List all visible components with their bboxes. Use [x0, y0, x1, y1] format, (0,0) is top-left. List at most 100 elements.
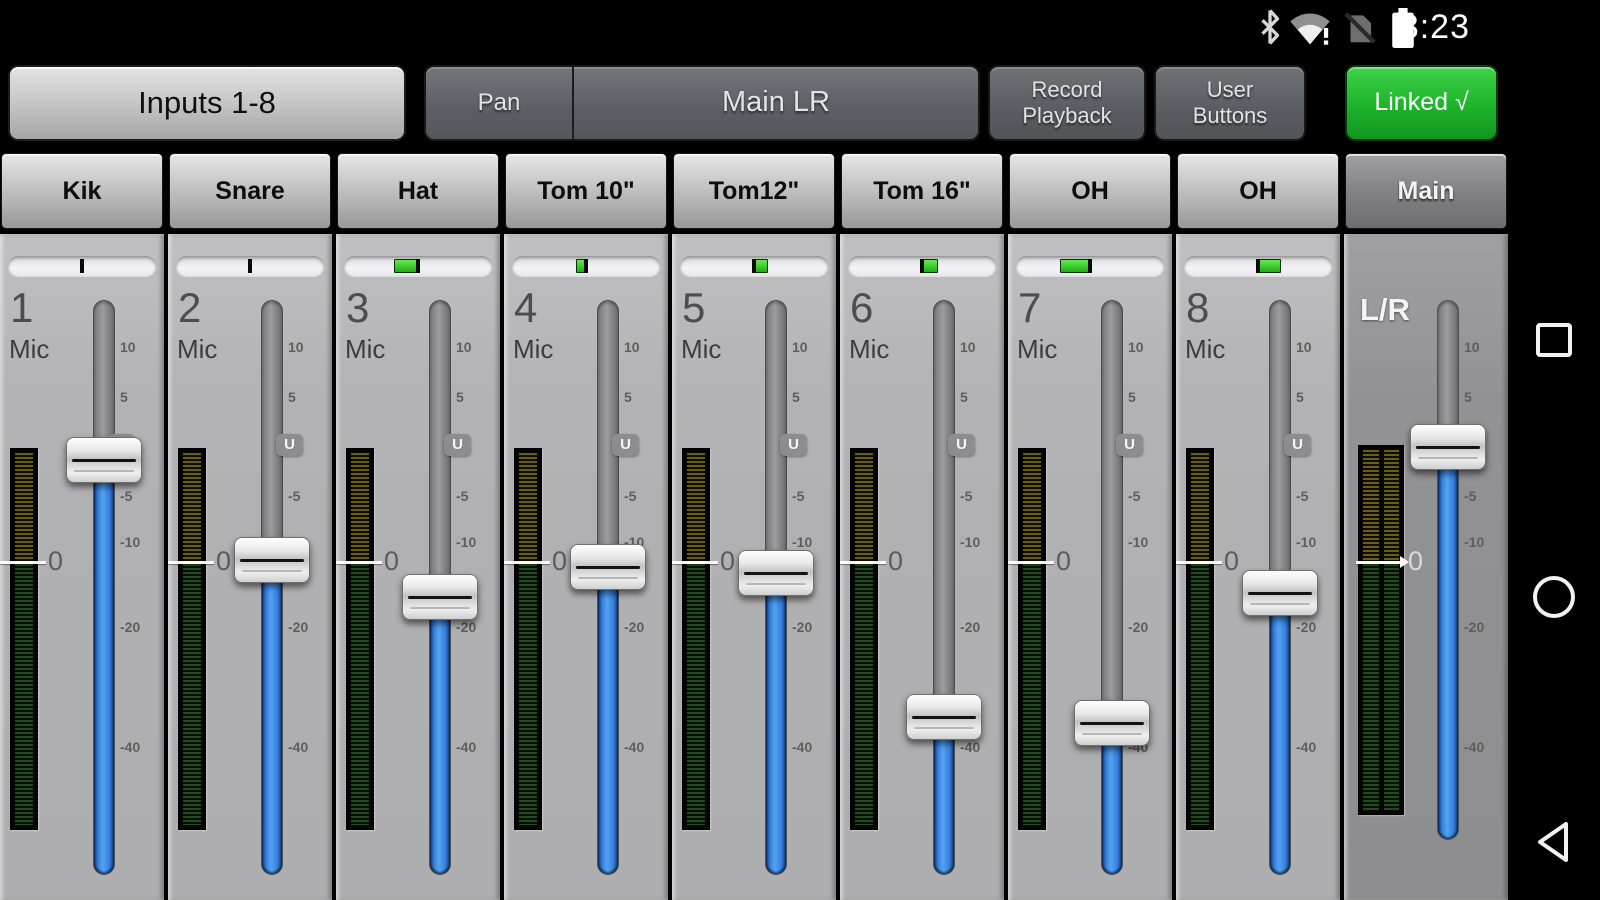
level-meter [1018, 448, 1046, 830]
fader-track[interactable] [933, 300, 955, 875]
fader-track[interactable] [261, 300, 283, 875]
pan-fill [1258, 259, 1281, 273]
pan-slider[interactable] [344, 256, 492, 276]
pan-slider[interactable] [1016, 256, 1164, 276]
fader-scale-label: -10 [960, 534, 980, 550]
fader-scale-label: -40 [288, 739, 308, 755]
fader-handle[interactable] [738, 550, 814, 596]
record-playback-label-line2: Playback [990, 103, 1144, 129]
fader-scale-label: 5 [456, 389, 464, 405]
meter-zero-line [504, 561, 550, 564]
inputs-selector-button[interactable]: Inputs 1-8 [8, 65, 406, 141]
channel-strip: Snare2Mic0105U-5-10-20-40 [168, 150, 332, 900]
channel-header-slot: OH [1008, 150, 1172, 234]
linked-toggle-button[interactable]: Linked √ [1345, 65, 1498, 141]
channel-source: Mic [1185, 334, 1225, 365]
channel-header-button[interactable]: Snare [169, 153, 331, 229]
record-playback-button[interactable]: Record Playback [988, 65, 1146, 141]
user-buttons-label-line2: Buttons [1156, 103, 1304, 129]
channel-source: Mic [849, 334, 889, 365]
channel-header-button[interactable]: Tom 10" [505, 153, 667, 229]
pan-slider[interactable] [8, 256, 156, 276]
pan-fill [1060, 259, 1090, 273]
channel-header-button[interactable]: Tom 16" [841, 153, 1003, 229]
channel-strip: OH8Mic0105U-5-10-20-40 [1176, 150, 1340, 900]
channel-source: Mic [681, 334, 721, 365]
fader-scale-label: -5 [1296, 488, 1308, 504]
channel-number: 4 [514, 284, 537, 332]
meter-zero-label: 0 [552, 546, 567, 577]
meter-zero-line [168, 561, 214, 564]
fader-handle[interactable] [402, 574, 478, 620]
main-lr-button[interactable]: Main LR [574, 67, 978, 139]
pan-slider[interactable] [1184, 256, 1332, 276]
channel-header-button[interactable]: Hat [337, 153, 499, 229]
fader-scale-label: 5 [960, 389, 968, 405]
status-time: 3:23 [1400, 8, 1470, 47]
fader-track[interactable] [1437, 300, 1459, 840]
meter-zero-label: 0 [1224, 546, 1239, 577]
back-icon[interactable] [1534, 820, 1574, 867]
fader-scale-label: -40 [792, 739, 812, 755]
meter-yellow-zone [519, 453, 537, 564]
meter-column [1363, 450, 1379, 810]
fader-scale-label: -40 [960, 739, 980, 755]
main-header-button[interactable]: Main [1345, 153, 1507, 229]
fader-scale-label: -40 [624, 739, 644, 755]
user-buttons-button[interactable]: User Buttons [1154, 65, 1306, 141]
channel-source: Mic [9, 334, 49, 365]
pan-slider[interactable] [848, 256, 996, 276]
meter-column [1023, 453, 1041, 825]
channel-header-button[interactable]: OH [1009, 153, 1171, 229]
fader-track[interactable] [1101, 300, 1123, 875]
fader-scale-label: 5 [792, 389, 800, 405]
meter-yellow-zone [687, 453, 705, 564]
fader-handle[interactable] [234, 537, 310, 583]
fader-scale-label: -10 [120, 534, 140, 550]
pan-slider[interactable] [176, 256, 324, 276]
android-nav-bar [1508, 150, 1600, 900]
channel-header-button[interactable]: OH [1177, 153, 1339, 229]
pan-slider[interactable] [512, 256, 660, 276]
strip-body: 8Mic0105U-5-10-20-40 [1176, 234, 1340, 900]
channel-strip: Tom 10"4Mic0105U-5-10-20-40 [504, 150, 668, 900]
level-meter [682, 448, 710, 830]
meter-green-zone [1363, 564, 1379, 810]
meter-zero-line [672, 561, 718, 564]
fader-handle[interactable] [66, 437, 142, 483]
fader-scale-label: -20 [792, 619, 812, 635]
fader-scale-label: -40 [120, 739, 140, 755]
recents-icon[interactable] [1534, 322, 1574, 361]
fader-handle[interactable] [1074, 700, 1150, 746]
fader-scale-label: -5 [624, 488, 636, 504]
fader-track[interactable] [93, 300, 115, 875]
fader-track-fill [262, 561, 282, 874]
channel-header-button[interactable]: Tom12" [673, 153, 835, 229]
fader-scale-label: -5 [1464, 488, 1476, 504]
fader-scale-label: -5 [1128, 488, 1140, 504]
meter-green-zone [183, 564, 201, 825]
fader-scale-label: -20 [1128, 619, 1148, 635]
meter-zero-label: 0 [888, 546, 903, 577]
pan-button[interactable]: Pan [426, 67, 572, 139]
fader-handle[interactable] [570, 544, 646, 590]
fader-handle[interactable] [906, 694, 982, 740]
fader-scale-label: -10 [1296, 534, 1316, 550]
main-lr-label: L/R [1360, 292, 1410, 328]
fader-scale-label: 10 [624, 339, 640, 355]
home-icon[interactable] [1531, 574, 1577, 623]
meter-yellow-zone [183, 453, 201, 564]
meter-green-zone [15, 564, 33, 825]
meter-yellow-zone [351, 453, 369, 564]
unity-gain-tab: U [276, 434, 303, 456]
toolbar: Inputs 1-8 Pan Main LR Record Playback U… [0, 55, 1600, 150]
fader-scale-label: 10 [1296, 339, 1312, 355]
fader-handle[interactable] [1242, 570, 1318, 616]
fader-scale-label: -40 [1464, 739, 1484, 755]
fader-handle[interactable] [1410, 424, 1486, 470]
pan-slider[interactable] [680, 256, 828, 276]
channel-header-button[interactable]: Kik [1, 153, 163, 229]
channel-number: 8 [1186, 284, 1209, 332]
fader-scale-label: -20 [1296, 619, 1316, 635]
bluetooth-icon [1258, 9, 1282, 50]
